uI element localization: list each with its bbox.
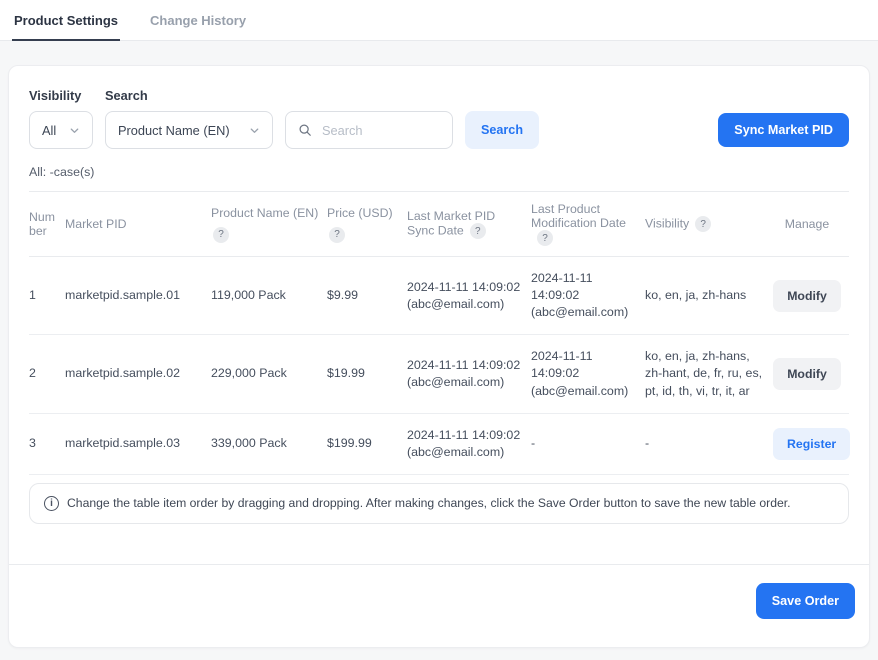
table-body: 1marketpid.sample.01119,000 Pack$9.99202…: [29, 257, 849, 475]
column-header-last-market-pid-sync-date: Last Market PID Sync Date?: [407, 192, 531, 257]
help-icon[interactable]: ?: [329, 227, 345, 243]
help-icon[interactable]: ?: [695, 216, 711, 232]
info-icon: i: [44, 496, 59, 511]
search-input[interactable]: [320, 122, 440, 139]
help-icon[interactable]: ?: [213, 227, 229, 243]
cell-last-sync-date: 2024-11-11 14:09:02 (abc@email.com): [407, 335, 531, 413]
visibility-select[interactable]: All: [29, 111, 93, 149]
column-header-market-pid: Market PID: [65, 192, 211, 257]
cell-last-modified-date: 2024-11-11 14:09:02 (abc@email.com): [531, 335, 645, 413]
cell-number: 2: [29, 335, 65, 413]
cell-product-name: 339,000 Pack: [211, 413, 327, 474]
column-header-product-name-en: Product Name (EN)?: [211, 192, 327, 257]
cell-last-modified-date: 2024-11-11 14:09:02 (abc@email.com): [531, 257, 645, 335]
cell-price: $9.99: [327, 257, 407, 335]
visibility-select-value: All: [42, 123, 56, 138]
search-icon: [298, 123, 312, 137]
cell-market-pid: marketpid.sample.03: [65, 413, 211, 474]
save-order-button[interactable]: Save Order: [756, 583, 855, 619]
table-row[interactable]: 3marketpid.sample.03339,000 Pack$199.992…: [29, 413, 849, 474]
register-button[interactable]: Register: [773, 428, 850, 460]
column-header-label: Last Product Modification Date: [531, 202, 626, 230]
column-header-number: Number: [29, 192, 65, 257]
cell-visibility: ko, en, ja, zh-hans, zh-hant, de, fr, ru…: [645, 335, 773, 413]
search-field-select-value: Product Name (EN): [118, 123, 230, 138]
cell-last-sync-date: 2024-11-11 14:09:02 (abc@email.com): [407, 413, 531, 474]
product-table: NumberMarket PIDProduct Name (EN)?Price …: [29, 191, 849, 475]
cell-price: $199.99: [327, 413, 407, 474]
column-header-label: Market PID: [65, 217, 127, 231]
modify-button[interactable]: Modify: [773, 280, 841, 312]
sync-market-pid-button[interactable]: Sync Market PID: [718, 113, 849, 147]
search-label: Search: [105, 88, 539, 103]
cell-price: $19.99: [327, 335, 407, 413]
card-footer: Save Order: [9, 564, 869, 647]
cell-manage: Modify: [773, 257, 849, 335]
help-icon[interactable]: ?: [470, 223, 486, 239]
help-icon[interactable]: ?: [537, 230, 553, 246]
visibility-label: Visibility: [29, 88, 93, 103]
column-header-label: Price (USD): [327, 206, 393, 220]
table-row[interactable]: 1marketpid.sample.01119,000 Pack$9.99202…: [29, 257, 849, 335]
visibility-filter-group: Visibility All: [29, 88, 93, 149]
product-settings-panel: Visibility All Search Product Name (EN): [8, 65, 870, 648]
search-filter-group: Search Product Name (EN) Searc: [105, 88, 539, 149]
cell-market-pid: marketpid.sample.02: [65, 335, 211, 413]
search-button[interactable]: Search: [465, 111, 539, 149]
cell-product-name: 119,000 Pack: [211, 257, 327, 335]
cell-number: 1: [29, 257, 65, 335]
search-box: [285, 111, 453, 149]
search-field-select[interactable]: Product Name (EN): [105, 111, 273, 149]
drag-drop-notice-text: Change the table item order by dragging …: [67, 496, 791, 510]
column-header-last-product-modification-date: Last Product Modification Date?: [531, 192, 645, 257]
column-header-visibility: Visibility?: [645, 192, 773, 257]
tab-bar: Product Settings Change History: [0, 0, 878, 41]
cell-visibility: -: [645, 413, 773, 474]
tab-product-settings[interactable]: Product Settings: [12, 0, 120, 41]
modify-button[interactable]: Modify: [773, 358, 841, 390]
tab-change-history[interactable]: Change History: [148, 0, 248, 40]
table-header-row: NumberMarket PIDProduct Name (EN)?Price …: [29, 192, 849, 257]
cell-last-modified-date: -: [531, 413, 645, 474]
drag-drop-notice: i Change the table item order by draggin…: [29, 483, 849, 524]
cell-market-pid: marketpid.sample.01: [65, 257, 211, 335]
column-header-price-usd: Price (USD)?: [327, 192, 407, 257]
table-row[interactable]: 2marketpid.sample.02229,000 Pack$19.9920…: [29, 335, 849, 413]
chevron-down-icon: [69, 125, 80, 136]
filter-bar: Visibility All Search Product Name (EN): [9, 66, 869, 149]
chevron-down-icon: [249, 125, 260, 136]
column-header-label: Product Name (EN): [211, 206, 318, 220]
column-header-label: Number: [29, 210, 55, 238]
cell-product-name: 229,000 Pack: [211, 335, 327, 413]
cell-last-sync-date: 2024-11-11 14:09:02 (abc@email.com): [407, 257, 531, 335]
cell-number: 3: [29, 413, 65, 474]
result-count: All: -case(s): [9, 149, 869, 191]
cell-manage: Modify: [773, 335, 849, 413]
column-header-label: Manage: [785, 217, 829, 231]
cell-manage: Register: [773, 413, 849, 474]
cell-visibility: ko, en, ja, zh-hans: [645, 257, 773, 335]
page: Visibility All Search Product Name (EN): [0, 41, 878, 660]
column-header-manage: Manage: [773, 192, 849, 257]
column-header-label: Visibility: [645, 216, 689, 230]
